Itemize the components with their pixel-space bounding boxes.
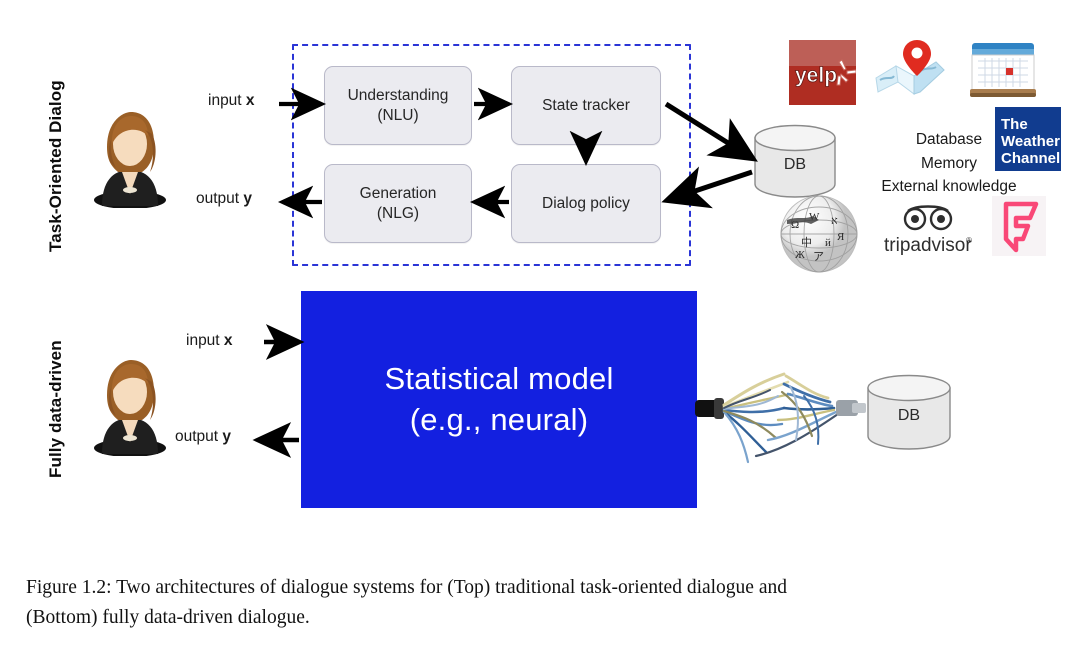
maps-logo — [874, 36, 948, 98]
io-label-input-top-text: input — [208, 92, 246, 109]
io-label-input-bottom: input x — [186, 332, 233, 350]
io-label-output-bottom-var: y — [222, 428, 232, 445]
svg-text:ア: ア — [813, 251, 824, 263]
section-label-task-oriented: Task-Oriented Dialog — [46, 80, 65, 252]
statistical-model-line1: Statistical model — [384, 360, 614, 396]
yelp-logo-text: yelp — [795, 64, 837, 87]
database-cylinder-top: DB — [753, 124, 837, 198]
figure-container: Task-Oriented Dialog Fully data-driven i… — [0, 0, 1080, 662]
figure-caption-line-2: (Bottom) fully data-driven dialogue. — [26, 606, 310, 628]
io-label-output-top-text: output — [196, 190, 244, 207]
figure-caption-line-1: Figure 1.2: Two architectures of dialogu… — [26, 577, 787, 598]
io-label-output-top: output y — [196, 190, 252, 208]
weather-logo-line1: The — [1001, 116, 1028, 133]
module-dialog-policy[interactable]: Dialog policy — [511, 164, 661, 243]
io-label-input-bottom-text: input — [186, 332, 224, 349]
io-label-output-bottom-text: output — [175, 428, 223, 445]
weather-logo-line2: Weather — [1001, 133, 1060, 150]
io-label-input-top: input x — [208, 92, 255, 110]
database-cylinder-bottom: DB — [866, 374, 952, 450]
svg-text:®: ® — [966, 236, 972, 245]
module-state-tracker[interactable]: State tracker — [511, 66, 661, 145]
module-dialog-policy-line1: Dialog policy — [542, 194, 630, 212]
weather-channel-logo: The Weather Channel — [995, 107, 1061, 171]
io-label-output-top-var: y — [243, 190, 253, 207]
svg-text:й: й — [825, 237, 831, 249]
foursquare-logo — [992, 196, 1046, 256]
svg-text:Я: Я — [837, 231, 845, 243]
wikipedia-logo: ΩWא 中йア ЯЖ — [779, 194, 859, 274]
user-avatar-bottom — [82, 350, 178, 457]
cable-bundle-icon — [695, 372, 866, 464]
module-generation-line1: Generation — [359, 184, 437, 202]
module-understanding-nlu[interactable]: Understanding (NLU) — [324, 66, 472, 145]
calendar-logo — [968, 39, 1038, 101]
module-generation-nlg[interactable]: Generation (NLG) — [324, 164, 472, 243]
user-avatar-top — [82, 102, 178, 209]
statistical-model-line2: (e.g., neural) — [409, 401, 589, 437]
svg-text:Ж: Ж — [795, 249, 805, 261]
figure-caption: Figure 1.2: Two architectures of dialogu… — [26, 573, 1056, 632]
weather-logo-line3: Channel — [1001, 150, 1060, 167]
svg-text:中: 中 — [801, 236, 812, 249]
module-generation-line2: (NLG) — [376, 204, 420, 222]
io-label-output-bottom: output y — [175, 428, 231, 446]
io-label-input-top-var: x — [245, 92, 255, 109]
statistical-model-box[interactable]: Statistical model (e.g., neural) — [301, 291, 697, 508]
svg-text:א: א — [831, 215, 838, 227]
module-understanding-line2: (NLU) — [377, 106, 419, 124]
io-label-input-bottom-var: x — [223, 332, 233, 349]
tripadvisor-logo: tripadvisor ® — [882, 205, 974, 257]
section-label-fully-data-driven: Fully data-driven — [46, 340, 65, 478]
tripadvisor-logo-text: tripadvisor — [884, 235, 972, 256]
module-understanding-line1: Understanding — [347, 86, 449, 104]
module-state-tracker-line1: State tracker — [542, 96, 630, 114]
yelp-logo: yelp — [789, 40, 857, 105]
